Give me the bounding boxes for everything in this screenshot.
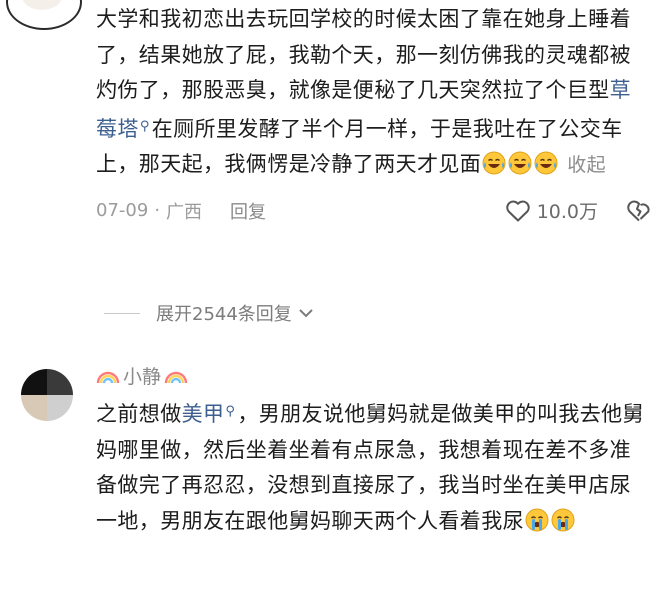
user-avatar[interactable] — [21, 369, 73, 421]
username[interactable]: 小静 — [96, 362, 188, 389]
laughing-crying-emoji — [534, 151, 558, 175]
rainbow-icon — [164, 371, 188, 383]
keyword-text[interactable]: 美甲 — [182, 402, 225, 426]
username-text[interactable]: 小静 — [123, 362, 161, 389]
avatar-face — [22, 0, 62, 10]
broken-heart-icon[interactable] — [626, 199, 652, 223]
rainbow-icon — [96, 371, 120, 383]
expand-replies-button[interactable]: 展开2544条回复 — [104, 300, 314, 326]
avatar-pixel — [21, 369, 47, 395]
comment-location: 广西 — [166, 201, 203, 223]
expand-replies-label[interactable]: 展开2544条回复 — [156, 300, 292, 326]
comment-1: 大学和我初恋出去玩回学校的时候太困了靠在她身上睡着了，结果她放了屁，我勒个天，那… — [96, 0, 652, 226]
chevron-down-icon[interactable] — [298, 307, 314, 319]
laughing-crying-emoji — [482, 151, 506, 175]
like-button[interactable]: 10.0万 — [505, 197, 598, 224]
like-count: 10.0万 — [536, 201, 598, 223]
comment-2: 之前想做美甲⚲，男朋友说他舅妈就是做美甲的叫我去他舅妈哪里做，然后坐着坐着有点尿… — [96, 394, 652, 539]
comment-date: 07-09 — [96, 200, 149, 221]
heart-icon[interactable] — [505, 199, 531, 223]
reply-button[interactable]: 回复 — [230, 198, 266, 224]
keyword-link[interactable]: 美甲⚲ — [182, 402, 238, 426]
divider-line — [104, 312, 140, 314]
laughing-crying-emoji — [508, 151, 532, 175]
comment-text-segment: 之前想做 — [96, 402, 182, 426]
comment-1-text: 大学和我初恋出去玩回学校的时候太困了靠在她身上睡着了，结果她放了屁，我勒个天，那… — [96, 0, 652, 184]
dislike-button[interactable] — [626, 199, 652, 223]
comment-1-meta: 07-09 · 广西 回复 10.0万 — [96, 196, 652, 226]
loudly-crying-emoji — [525, 508, 549, 531]
avatar-pixel — [47, 369, 73, 395]
meta-separator: · — [154, 200, 161, 221]
comment-text-segment: 大学和我初恋出去玩回学校的时候太困了靠在她身上睡着了，结果她放了屁，我勒个天，那… — [96, 7, 631, 102]
user-avatar[interactable] — [6, 0, 82, 30]
search-icon[interactable]: ⚲ — [140, 109, 150, 145]
comment-2-text: 之前想做美甲⚲，男朋友说他舅妈就是做美甲的叫我去他舅妈哪里做，然后坐着坐着有点尿… — [96, 394, 652, 539]
avatar-pixel — [47, 395, 73, 421]
avatar-pixel — [21, 395, 47, 421]
loudly-crying-emoji — [551, 508, 575, 531]
search-icon[interactable]: ⚲ — [225, 394, 235, 430]
collapse-button[interactable]: 收起 — [567, 154, 606, 176]
